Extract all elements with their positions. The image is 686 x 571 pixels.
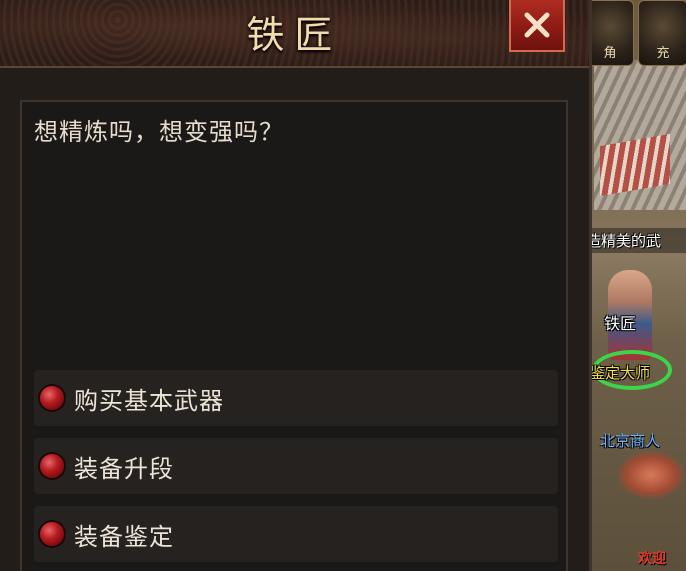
scene-bottom-text: 欢迎 xyxy=(638,551,666,567)
scene-top-button-1-label: 角 xyxy=(603,46,617,61)
scene-hover-text: 造精美的武 xyxy=(586,228,686,253)
blacksmith-npc-name: 铁匠 xyxy=(604,314,637,333)
option-label: 购买基本武器 xyxy=(74,386,224,415)
npc-dialog: 铁匠 想精炼吗，想变强吗？ 购买基本武器 装备升段 装备鉴定 xyxy=(0,0,592,571)
option-label: 装备升段 xyxy=(74,454,174,483)
dialog-titlebar[interactable]: 铁匠 xyxy=(0,0,589,68)
creature-sprite[interactable] xyxy=(616,450,686,500)
scene-top-button-2[interactable]: 充 xyxy=(638,0,686,66)
dialog-content: 想精炼吗，想变强吗？ 购买基本武器 装备升段 装备鉴定 xyxy=(20,100,568,571)
merchant-npc-name: 北京商人 xyxy=(600,432,661,450)
dialog-title: 铁匠 xyxy=(246,13,343,57)
scene-top-button-2-label: 充 xyxy=(656,46,670,61)
close-button[interactable] xyxy=(509,0,565,52)
option-equipment-identify[interactable]: 装备鉴定 xyxy=(34,506,558,562)
scene-top-button-1[interactable]: 角 xyxy=(586,0,634,66)
red-orb-bullet-icon xyxy=(40,454,64,478)
close-icon xyxy=(524,12,550,38)
red-orb-bullet-icon xyxy=(40,386,64,410)
blacksmith-npc-title: 鉴定大师 xyxy=(590,364,651,382)
option-label: 装备鉴定 xyxy=(74,522,174,551)
red-orb-bullet-icon xyxy=(40,522,64,546)
option-equipment-upgrade[interactable]: 装备升段 xyxy=(34,438,558,494)
game-scene: 角 充 造精美的武 铁匠 鉴定大师 北京商人 欢迎 xyxy=(586,0,686,571)
npc-message: 想精炼吗，想变强吗？ xyxy=(34,118,284,146)
option-buy-basic-weapon[interactable]: 购买基本武器 xyxy=(34,370,558,426)
